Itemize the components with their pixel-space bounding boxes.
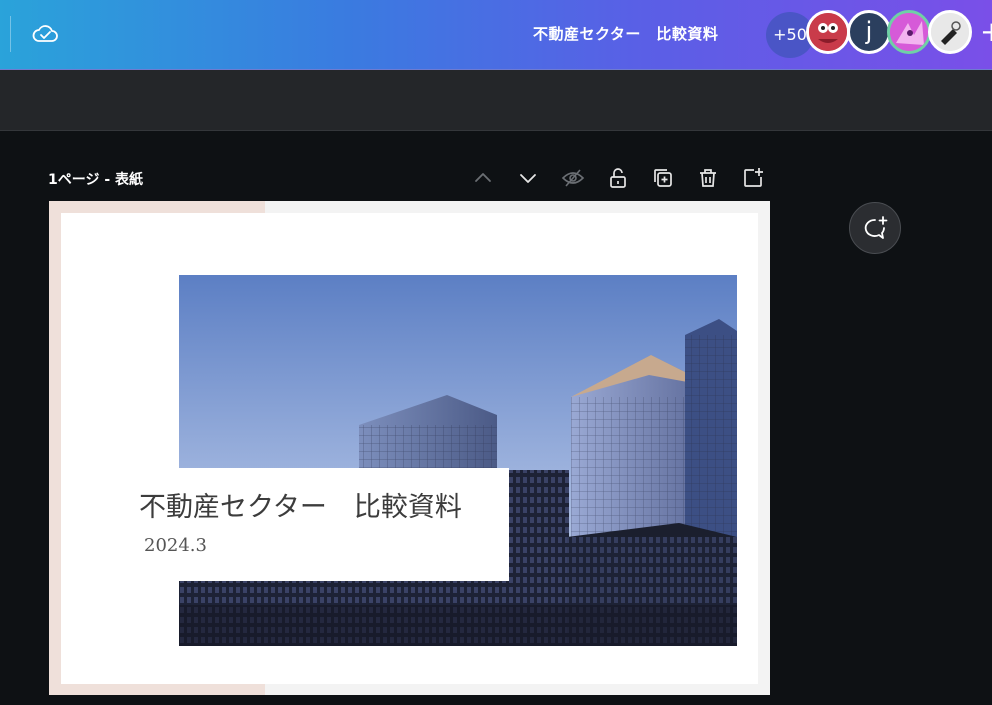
top-bar: 不動産セクター 比較資料 +50 j + [0,0,992,70]
avatar[interactable]: j [847,10,891,54]
slide-date[interactable]: 2024.3 [144,535,207,556]
page-label[interactable]: 1ページ - 表紙 [48,169,143,189]
add-comment-icon [864,216,888,239]
avatar[interactable] [887,10,931,54]
slide-content: 不動産セクター 比較資料 2024.3 [61,213,758,684]
trash-icon[interactable] [696,166,720,190]
toolbar-area [0,70,992,131]
duplicate-icon[interactable] [651,166,675,190]
chevron-down-icon[interactable] [516,166,540,190]
add-page-icon[interactable] [741,166,765,190]
unlock-icon[interactable] [606,166,630,190]
plus-icon[interactable]: + [980,18,992,46]
title-textbox[interactable]: 不動産セクター 比較資料 2024.3 [126,468,509,581]
cloud-check-icon[interactable] [31,21,59,47]
divider [10,16,11,52]
avatar-letter: j [865,17,873,45]
avatar[interactable] [806,10,850,54]
slide-canvas[interactable]: 不動産セクター 比較資料 2024.3 [49,201,770,695]
hide-icon[interactable] [561,166,585,190]
add-comment-button[interactable] [849,202,901,254]
document-title[interactable]: 不動産セクター 比較資料 [533,23,718,44]
city-buildings-image[interactable] [179,275,737,646]
slide-title[interactable]: 不動産セクター 比較資料 [139,485,462,524]
chevron-up-icon[interactable] [471,166,495,190]
avatar[interactable] [928,10,972,54]
